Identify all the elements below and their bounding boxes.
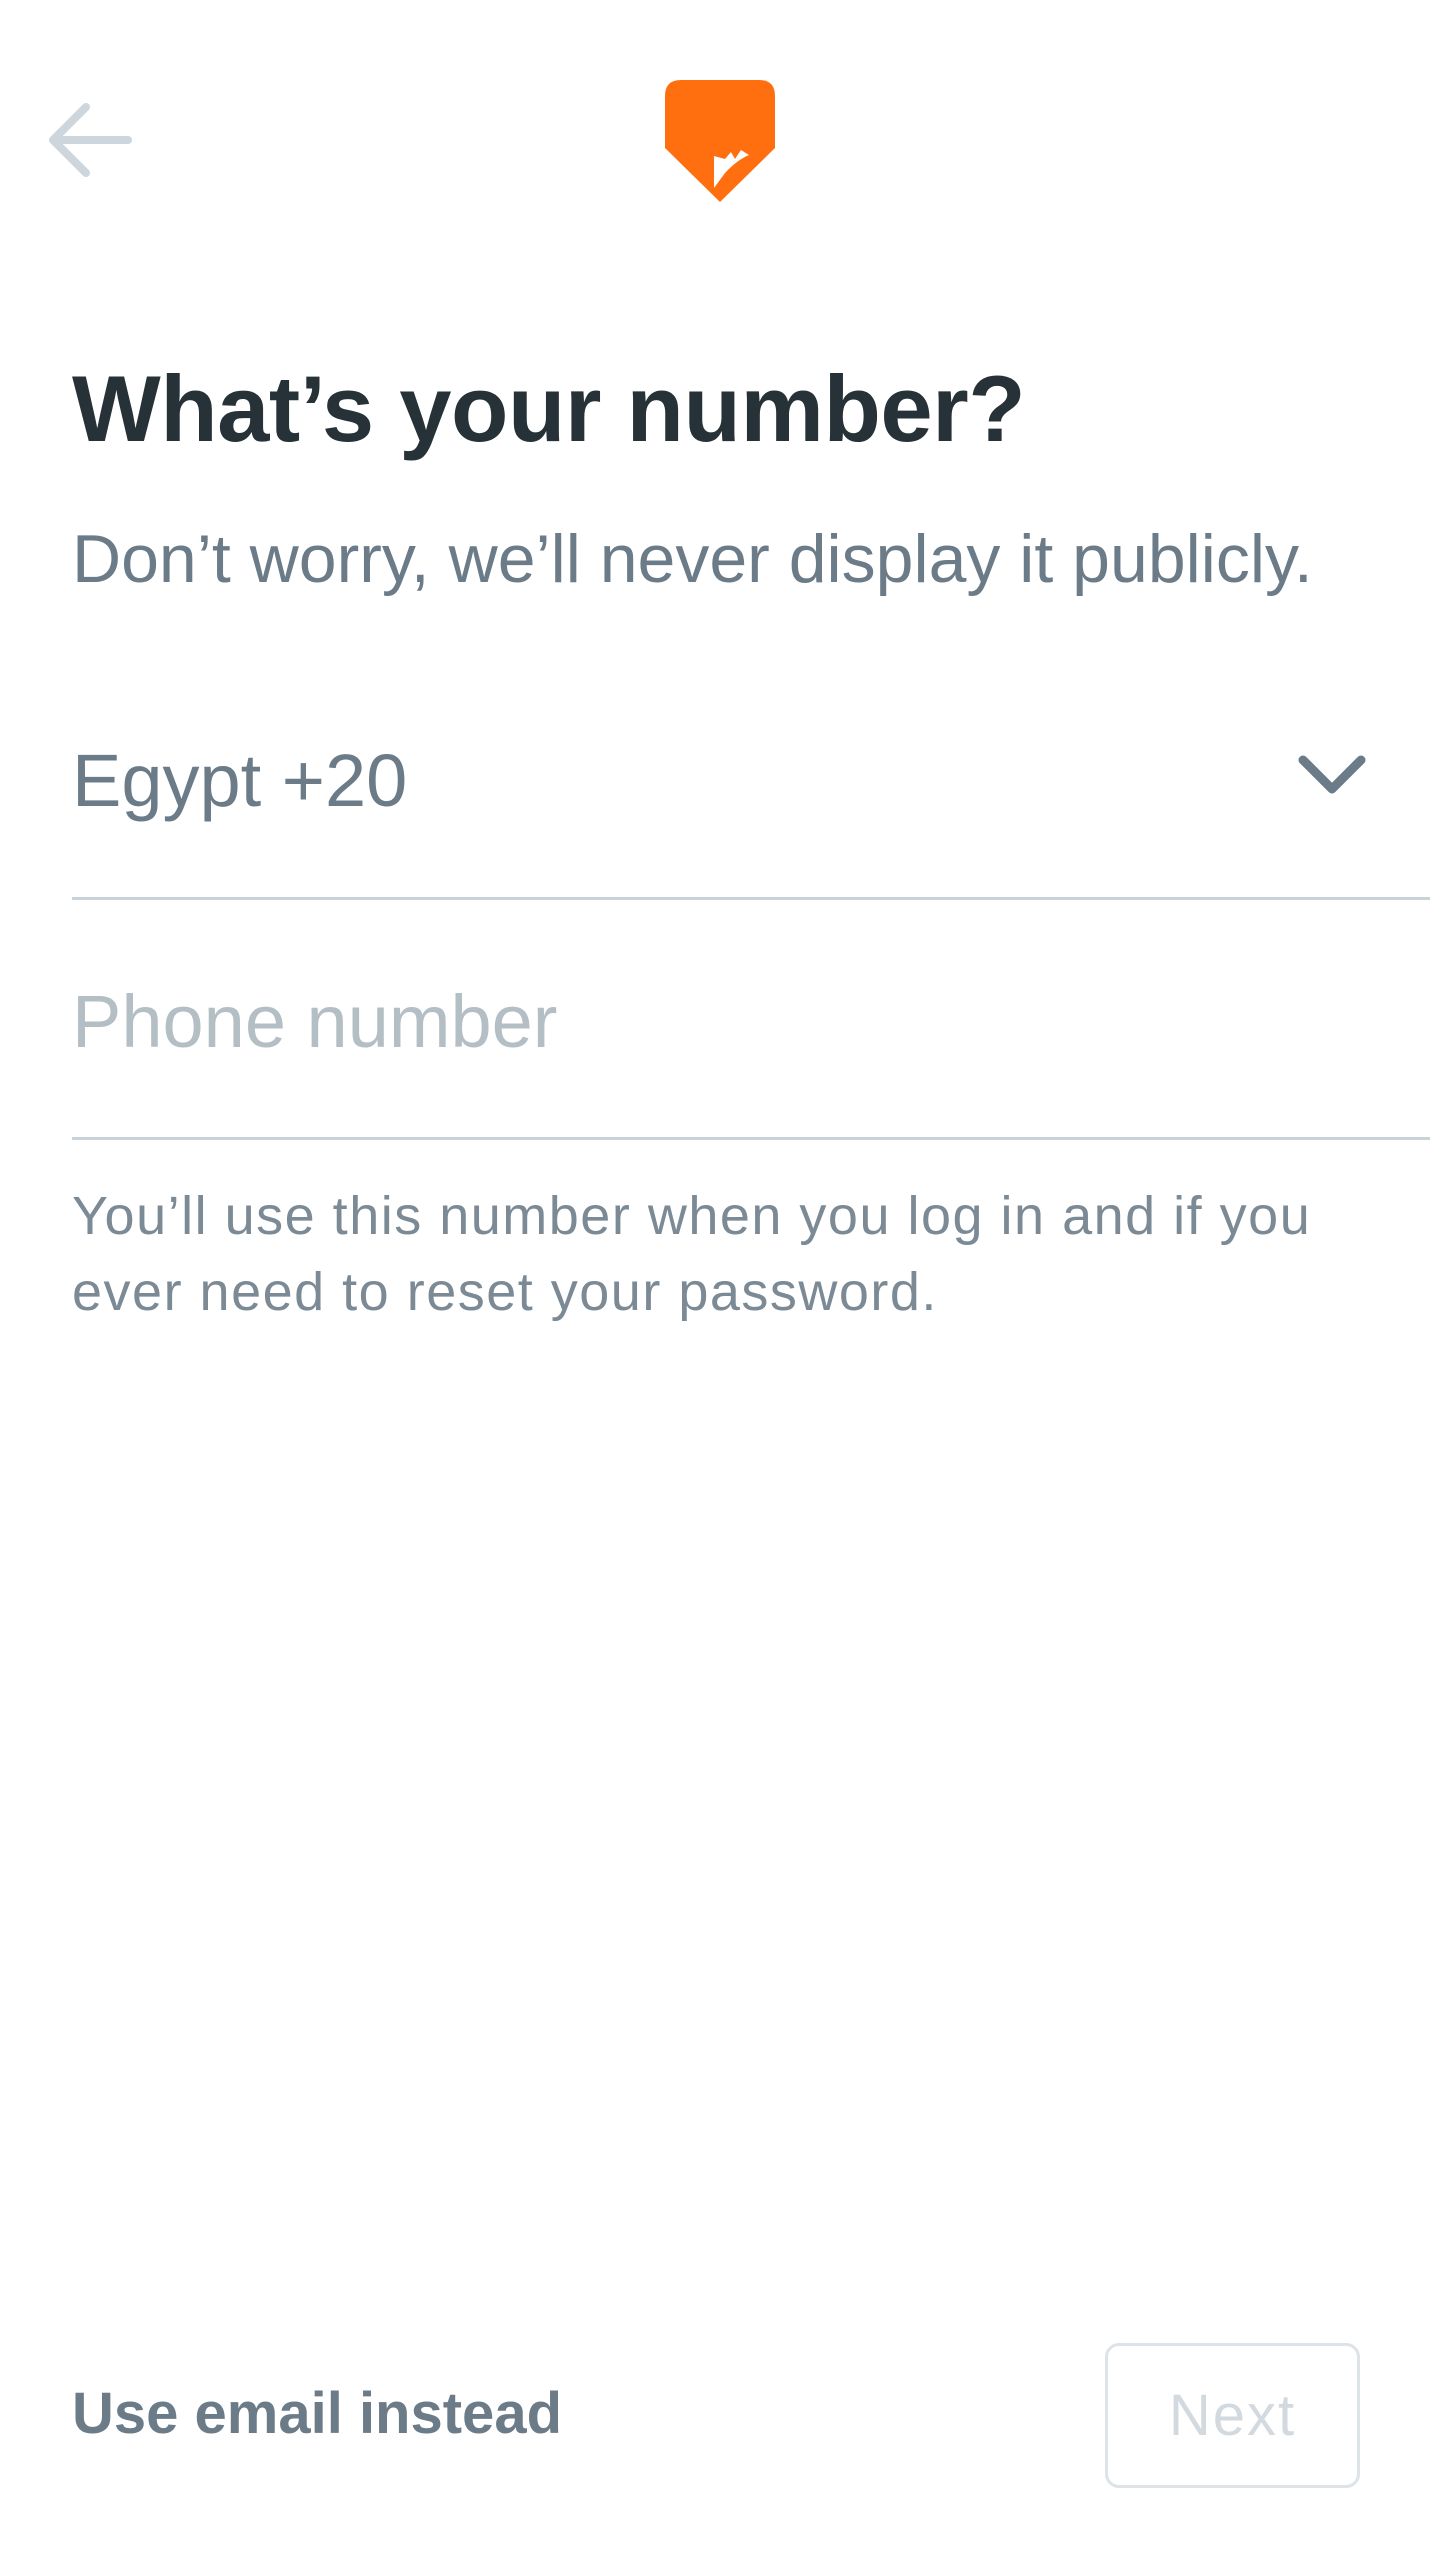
brand-logo-icon <box>665 80 775 202</box>
next-button[interactable]: Next <box>1105 2343 1360 2488</box>
country-code-select[interactable]: Egypt +20 <box>72 700 1430 900</box>
chevron-down-icon <box>1298 755 1366 794</box>
phone-number-input[interactable] <box>72 940 1430 1140</box>
page-title: What’s your number? <box>72 356 1026 461</box>
brand-logo <box>665 80 775 202</box>
page-subtitle: Don’t worry, we’ll never display it publ… <box>72 521 1313 597</box>
use-email-instead-link[interactable]: Use email instead <box>72 2380 562 2447</box>
back-button[interactable] <box>30 80 150 200</box>
country-code-value: Egypt +20 <box>72 739 408 822</box>
arrow-left-icon <box>49 103 132 177</box>
helper-text: You’ll use this number when you log in a… <box>72 1186 1312 1322</box>
